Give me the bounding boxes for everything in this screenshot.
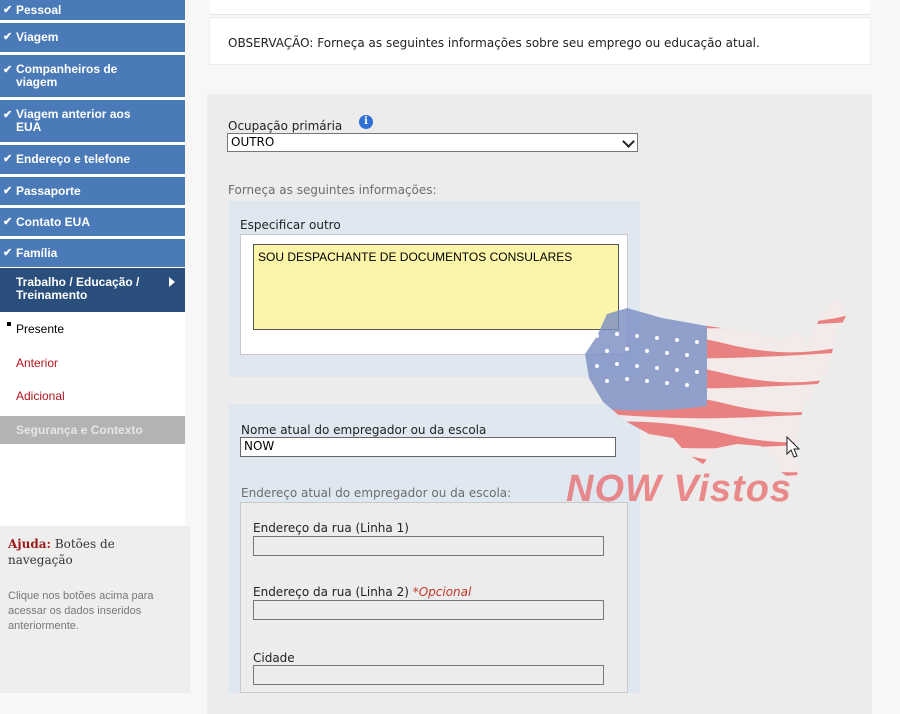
nav-item-label: Contato EUA bbox=[16, 214, 90, 229]
check-icon: ✔ bbox=[3, 64, 13, 76]
mouse-cursor-icon bbox=[786, 436, 801, 458]
check-icon: ✔ bbox=[3, 246, 13, 259]
chevron-right-icon bbox=[169, 277, 175, 287]
primary-occupation-label: Ocupação primária bbox=[228, 119, 343, 133]
provide-info-label: Forneça as seguintes informações: bbox=[228, 183, 437, 197]
optional-tag: *Opcional bbox=[412, 585, 472, 599]
street1-label: Endereço da rua (Linha 1) bbox=[253, 521, 409, 535]
nav-item-familia[interactable]: ✔ Família bbox=[0, 239, 185, 267]
nav-item-label: Trabalho / Educação / Treinamento bbox=[16, 275, 140, 302]
nav-item-contato-eua[interactable]: ✔ Contato EUA bbox=[0, 208, 185, 236]
chevron-down-icon bbox=[622, 135, 635, 148]
employer-address-label: Endereço atual do empregador ou da escol… bbox=[241, 486, 512, 500]
nav-item-label: Segurança e Contexto bbox=[16, 423, 143, 437]
nav-item-trabalho-educacao[interactable]: Trabalho / Educação / Treinamento bbox=[0, 268, 185, 312]
employer-name-label: Nome atual do empregador ou da escola bbox=[241, 423, 487, 437]
specify-other-textarea[interactable]: SOU DESPACHANTE DE DOCUMENTOS CONSULARES bbox=[253, 244, 619, 330]
nav-item-label: Passaporte bbox=[16, 183, 81, 198]
nav-item-viagem[interactable]: ✔ Viagem bbox=[0, 23, 185, 52]
employer-name-input[interactable]: NOW bbox=[240, 437, 616, 457]
check-icon: ✔ bbox=[3, 31, 13, 43]
primary-occupation-select[interactable]: OUTRO bbox=[227, 133, 638, 152]
nav-item-passaporte[interactable]: ✔ Passaporte bbox=[0, 177, 185, 205]
top-section-edge bbox=[210, 0, 870, 15]
nav-item-endereco[interactable]: ✔ Endereço e telefone bbox=[0, 145, 185, 174]
city-label: Cidade bbox=[253, 651, 295, 665]
check-icon: ✔ bbox=[3, 153, 13, 165]
subnav-presente: Presente bbox=[16, 322, 65, 336]
city-input[interactable] bbox=[253, 665, 604, 685]
observation-note: OBSERVAÇÃO: Forneça as seguintes informa… bbox=[209, 17, 871, 65]
nav-item-seguranca: Segurança e Contexto bbox=[0, 416, 185, 444]
help-title: Ajuda: Botões de navegação bbox=[8, 536, 178, 568]
check-icon: ✔ bbox=[3, 3, 13, 16]
help-title-prefix: Ajuda: bbox=[8, 537, 51, 551]
help-text: Clique nos botões acima para acessar os … bbox=[8, 590, 154, 632]
nav-item-label: Pessoal bbox=[16, 2, 62, 17]
info-icon[interactable]: i bbox=[359, 115, 373, 129]
specify-other-label: Especificar outro bbox=[240, 218, 341, 232]
check-icon: ✔ bbox=[3, 184, 13, 197]
street2-label-text: Endereço da rua (Linha 2) bbox=[253, 585, 409, 599]
watermark-text: NOW Vistos bbox=[566, 468, 793, 510]
check-icon: ✔ bbox=[3, 109, 13, 121]
nav-item-label: Viagem anterior aos EUA bbox=[16, 107, 131, 134]
nav-item-label: Família bbox=[16, 245, 58, 260]
select-value: OUTRO bbox=[231, 135, 275, 149]
nav-item-viagem-anterior[interactable]: ✔ Viagem anterior aos EUA bbox=[0, 100, 185, 142]
street2-input[interactable] bbox=[253, 600, 604, 620]
help-box: Ajuda: Botões de navegação Clique nos bo… bbox=[0, 526, 190, 693]
subnav-anterior[interactable]: Anterior bbox=[16, 356, 58, 370]
nav-item-label: Endereço e telefone bbox=[16, 152, 131, 166]
sidebar-nav: ✔ Pessoal ✔ Viagem ✔ Companheiros de via… bbox=[0, 0, 190, 693]
nav-item-pessoal[interactable]: ✔ Pessoal bbox=[0, 0, 185, 20]
nav-item-label: Viagem bbox=[16, 30, 59, 44]
nav-item-label: Companheiros de viagem bbox=[16, 62, 118, 89]
check-icon: ✔ bbox=[3, 215, 13, 228]
nav-item-companheiros[interactable]: ✔ Companheiros de viagem bbox=[0, 55, 185, 97]
street2-label: Endereço da rua (Linha 2) *Opcional bbox=[253, 585, 471, 599]
bullet-icon bbox=[7, 322, 11, 326]
street1-input[interactable] bbox=[253, 536, 604, 556]
subnav-adicional[interactable]: Adicional bbox=[16, 389, 65, 403]
